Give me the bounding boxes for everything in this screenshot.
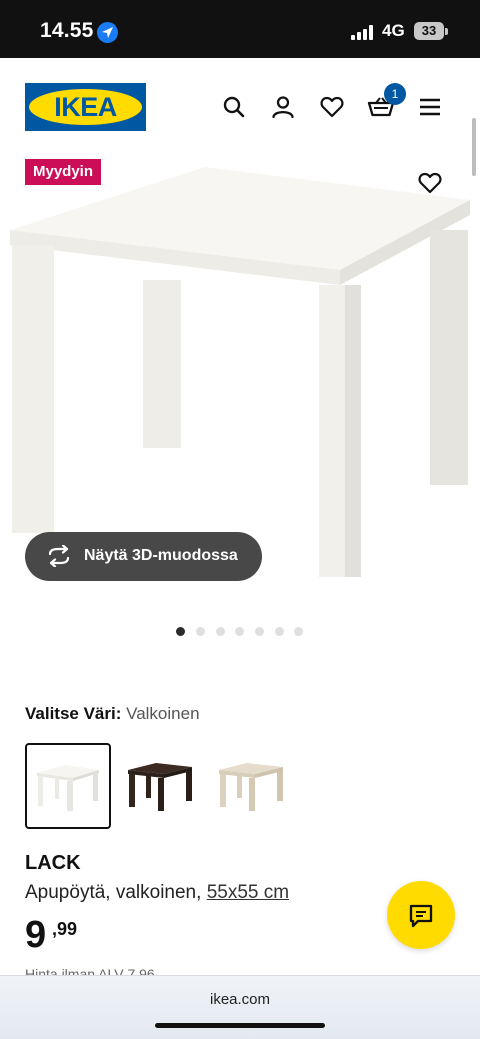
network-label: 4G: [382, 21, 405, 40]
color-swatch-white-stained-oak[interactable]: [207, 743, 293, 829]
bestseller-badge: Myydyin: [25, 159, 102, 185]
product-size-link[interactable]: 55x55 cm: [207, 882, 289, 903]
search-icon[interactable]: [221, 94, 247, 120]
carousel-dot[interactable]: [176, 627, 185, 636]
product-description: Apupöytä, valkoinen, 55x55 cm: [25, 882, 289, 904]
site-header: IKEA: [0, 58, 480, 158]
location-arrow-icon: [97, 22, 118, 43]
menu-icon[interactable]: [418, 94, 444, 120]
rotate-3d-icon: [48, 545, 70, 567]
carousel-dot[interactable]: [255, 627, 264, 636]
status-time: 14.55: [40, 19, 94, 42]
color-swatch-black-brown[interactable]: [116, 743, 202, 829]
signal-icon: [351, 24, 375, 40]
cart-count-badge: 1: [384, 83, 406, 105]
view-3d-label: Näytä 3D-muodossa: [84, 547, 238, 564]
product-type: Apupöytä, valkoinen,: [25, 882, 202, 903]
color-swatch-white[interactable]: [25, 743, 111, 829]
price-integer: 9: [25, 914, 47, 956]
heart-icon[interactable]: [319, 94, 345, 120]
battery-tip: [445, 28, 448, 35]
chat-button[interactable]: [387, 881, 455, 949]
url-text[interactable]: ikea.com: [0, 991, 480, 1008]
color-selector-label: Valitse Väri: Valkoinen: [25, 704, 200, 724]
logo-text: IKEA: [54, 92, 117, 122]
carousel-dot[interactable]: [235, 627, 244, 636]
user-icon[interactable]: [270, 94, 296, 120]
heart-icon[interactable]: [417, 170, 443, 196]
product-name: LACK: [25, 852, 81, 874]
status-bar: 14.55 4G 33: [0, 0, 480, 58]
carousel-dot[interactable]: [216, 627, 225, 636]
carousel-dot[interactable]: [196, 627, 205, 636]
browser-address-bar[interactable]: ikea.com: [0, 975, 480, 1039]
price-decimal: ,99: [52, 919, 78, 939]
ikea-logo[interactable]: IKEA: [25, 83, 146, 131]
carousel-dot[interactable]: [294, 627, 303, 636]
battery-icon: 33: [414, 22, 444, 40]
home-indicator: [155, 1023, 325, 1028]
carousel-dot[interactable]: [275, 627, 284, 636]
color-label: Valitse Väri:: [25, 704, 122, 723]
color-value: Valkoinen: [126, 704, 200, 723]
view-3d-button[interactable]: Näytä 3D-muodossa: [25, 532, 262, 581]
chat-icon: [409, 904, 433, 928]
